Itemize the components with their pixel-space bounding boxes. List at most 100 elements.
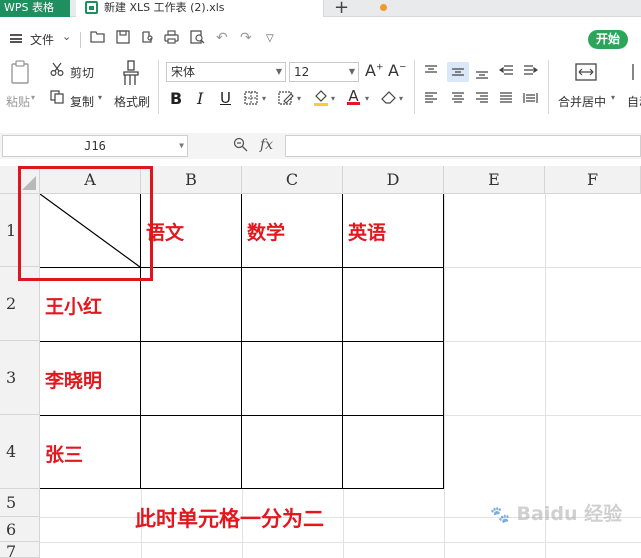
divider xyxy=(548,60,549,114)
chevron-down-icon[interactable]: ▾ xyxy=(262,94,266,103)
font-name-value: 宋体 xyxy=(171,65,196,79)
distributed-align-icon[interactable] xyxy=(523,92,538,107)
table-border xyxy=(40,488,444,489)
annotation-text: 此时单元格一分为二 xyxy=(135,506,324,531)
chevron-down-icon[interactable]: ▾ xyxy=(399,94,403,103)
italic-button[interactable]: I xyxy=(197,89,203,108)
chevron-down-icon[interactable]: ▾ xyxy=(331,94,335,103)
paste-icon[interactable] xyxy=(10,60,30,87)
gridline xyxy=(343,489,344,558)
wrap-text-icon[interactable] xyxy=(632,62,641,85)
highlight-box xyxy=(18,166,153,281)
redo-icon[interactable]: ↷ xyxy=(240,30,252,46)
row-header-6[interactable]: 6 xyxy=(0,517,40,542)
cut-button[interactable]: 剪切 xyxy=(70,64,94,81)
format-painter-icon[interactable] xyxy=(122,60,140,89)
folder-icon[interactable] xyxy=(90,30,105,47)
export-icon[interactable] xyxy=(140,30,154,48)
table-border xyxy=(342,194,343,489)
fill-color-icon[interactable] xyxy=(313,89,329,109)
merge-cells-icon[interactable] xyxy=(575,62,597,85)
cell-style-icon[interactable] xyxy=(278,91,294,108)
underline-button[interactable]: U xyxy=(220,89,231,107)
font-name-select[interactable]: 宋体 ▼ xyxy=(166,62,286,82)
cell-a4[interactable]: 张三 xyxy=(45,440,83,467)
table-border xyxy=(443,194,444,489)
document-tab-label: 新建 XLS 工作表 (2).xls xyxy=(104,1,225,14)
save-icon[interactable] xyxy=(116,30,130,48)
menu-row: 文件 ⌄ ↶ ↷ ▽ 开始 xyxy=(0,26,641,54)
column-header-b[interactable]: B xyxy=(141,166,242,194)
align-left-icon[interactable] xyxy=(424,92,438,107)
print-icon[interactable] xyxy=(164,30,179,48)
eraser-icon[interactable] xyxy=(381,90,397,107)
unsaved-indicator xyxy=(380,4,387,11)
chevron-down-icon[interactable]: ▾ xyxy=(31,93,35,102)
file-menu[interactable]: 文件 xyxy=(30,31,54,48)
divider xyxy=(414,60,415,114)
align-top-icon[interactable] xyxy=(424,65,438,80)
copy-button[interactable]: 复制 xyxy=(70,93,94,110)
chevron-down-icon[interactable]: ⌄ xyxy=(62,30,71,43)
row-header-3[interactable]: 3 xyxy=(0,341,40,415)
auto-wrap-button[interactable]: 自动 xyxy=(627,93,641,110)
chevron-down-icon[interactable]: ▾ xyxy=(365,94,369,103)
row-header-4[interactable]: 4 xyxy=(0,415,40,489)
divider xyxy=(158,60,159,114)
align-center-icon[interactable] xyxy=(451,92,465,107)
cell-a3[interactable]: 李晓明 xyxy=(45,366,102,393)
document-tab[interactable]: 新建 XLS 工作表 (2).xls xyxy=(76,0,387,17)
paw-icon: 🐾 xyxy=(490,505,510,524)
divider xyxy=(80,32,81,48)
menu-icon[interactable] xyxy=(10,34,22,43)
cell-a2[interactable]: 王小红 xyxy=(45,292,102,319)
table-border xyxy=(40,415,444,416)
format-painter-button[interactable]: 格式刷 xyxy=(114,93,150,110)
merge-center-button[interactable]: 合并居中 xyxy=(558,93,606,110)
ribbon: 粘贴 ▾ 剪切 复制 ▾ 格式刷 宋体 ▼ 12 ▼ A+ A− B I U ▾… xyxy=(0,56,641,118)
copy-icon[interactable] xyxy=(50,90,64,107)
column-header-c[interactable]: C xyxy=(242,166,343,194)
indent-decrease-icon[interactable] xyxy=(498,65,514,80)
row-header-7[interactable]: 7 xyxy=(0,542,40,558)
align-right-icon[interactable] xyxy=(475,92,489,107)
column-header-d[interactable]: D xyxy=(343,166,444,194)
bold-button[interactable]: B xyxy=(170,89,182,108)
border-icon[interactable] xyxy=(244,91,258,108)
print-preview-icon[interactable] xyxy=(190,30,205,48)
undo-icon[interactable]: ↶ xyxy=(216,30,228,46)
decrease-font-icon[interactable]: A− xyxy=(388,61,407,80)
cell-d1[interactable]: 英语 xyxy=(348,218,386,245)
cell-c1[interactable]: 数学 xyxy=(247,218,285,245)
row-header-5[interactable]: 5 xyxy=(0,489,40,517)
formula-bar: J16 ▼ fx xyxy=(0,133,641,159)
font-size-value: 12 xyxy=(294,65,310,79)
title-bar: WPS 表格 新建 XLS 工作表 (2).xls + xyxy=(0,0,641,18)
chevron-down-icon[interactable]: ▾ xyxy=(297,94,301,103)
column-header-f[interactable]: F xyxy=(545,166,641,194)
paste-button[interactable]: 粘贴 xyxy=(6,93,30,110)
name-box[interactable]: J16 ▼ xyxy=(2,135,188,157)
font-color-icon[interactable]: A xyxy=(347,87,360,105)
chevron-down-icon[interactable]: ▾ xyxy=(611,93,615,102)
increase-font-icon[interactable]: A+ xyxy=(365,61,384,80)
function-icon[interactable]: fx xyxy=(260,137,273,153)
column-header-e[interactable]: E xyxy=(444,166,545,194)
customize-toolbar-icon[interactable]: ▽ xyxy=(266,33,274,44)
indent-increase-icon[interactable] xyxy=(523,65,539,80)
start-tab-button[interactable]: 开始 xyxy=(588,30,628,49)
align-middle-icon[interactable] xyxy=(451,67,465,82)
chevron-down-icon: ▼ xyxy=(179,141,184,150)
gridline xyxy=(444,194,445,558)
font-size-select[interactable]: 12 ▼ xyxy=(289,62,359,82)
justify-icon[interactable] xyxy=(499,92,513,107)
chevron-down-icon[interactable]: ▾ xyxy=(98,93,102,102)
app-tab[interactable]: WPS 表格 xyxy=(0,0,70,17)
formula-input[interactable] xyxy=(285,135,641,157)
chevron-down-icon: ▼ xyxy=(348,67,355,76)
align-bottom-icon[interactable] xyxy=(475,69,489,84)
scissors-icon[interactable] xyxy=(50,62,64,79)
zoom-icon[interactable] xyxy=(233,137,248,156)
new-tab-button[interactable]: + xyxy=(334,0,349,18)
table-border xyxy=(241,194,242,489)
